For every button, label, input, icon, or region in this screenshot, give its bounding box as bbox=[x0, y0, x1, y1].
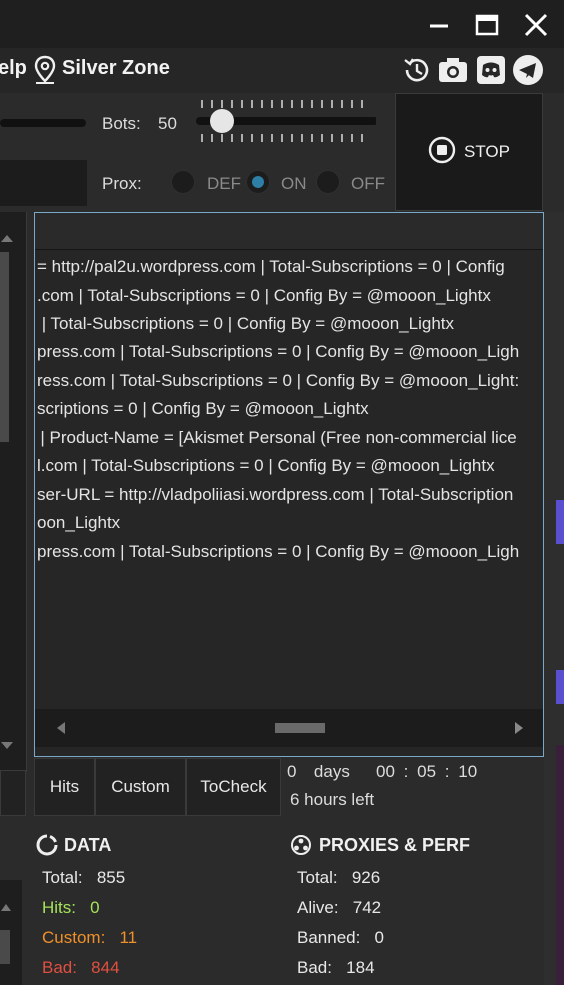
close-icon[interactable] bbox=[519, 8, 553, 42]
prox-off-label: OFF bbox=[351, 174, 385, 193]
log-line: .com | Total-Subscriptions = 0 | Config … bbox=[37, 286, 491, 305]
left-input-field[interactable] bbox=[0, 160, 87, 206]
left-bottom-panel bbox=[0, 880, 22, 985]
background-accent-block bbox=[556, 500, 564, 544]
timer-days: 0 bbox=[287, 762, 297, 781]
log-line: = http://pal2u.wordpress.com | Total-Sub… bbox=[37, 257, 505, 276]
timer-seconds: 10 bbox=[458, 762, 478, 781]
scroll-left-icon[interactable] bbox=[55, 721, 67, 735]
log-line: scriptions = 0 | Config By = @mooon_Ligh… bbox=[37, 399, 369, 418]
tab-custom[interactable]: Custom bbox=[95, 758, 186, 816]
bots-label: Bots: bbox=[102, 114, 141, 133]
data-total: Total: 855 bbox=[42, 868, 126, 887]
timer-sep: : bbox=[403, 762, 409, 781]
minimize-icon[interactable] bbox=[422, 8, 456, 42]
stop-label: STOP bbox=[464, 142, 510, 161]
proxies-title: PROXIES & PERF bbox=[319, 835, 471, 855]
timer-days-label: days bbox=[313, 762, 350, 781]
left-list-panel[interactable] bbox=[0, 212, 27, 772]
left-bottom-scroll-thumb bbox=[0, 930, 10, 964]
timer-minutes: 05 bbox=[417, 762, 437, 781]
stop-icon bbox=[428, 136, 456, 169]
left-scroll-thumb[interactable] bbox=[0, 252, 9, 442]
time-left: 6 hours left bbox=[290, 790, 375, 809]
timer-sep: : bbox=[444, 762, 450, 781]
help-menu[interactable]: elp bbox=[0, 57, 27, 80]
log-line: ser-URL = http://vladpoliiasi.wordpress.… bbox=[37, 485, 514, 504]
prox-on-radio[interactable] bbox=[246, 170, 270, 194]
log-line: l.com | Total-Subscriptions = 0 | Config… bbox=[37, 456, 495, 475]
prox-def-label: DEF bbox=[207, 174, 241, 193]
background-window-edge bbox=[556, 745, 564, 985]
log-line: press.com | Total-Subscriptions = 0 | Co… bbox=[37, 342, 520, 361]
proxies-banned: Banned: 0 bbox=[297, 928, 384, 947]
log-line: | Product-Name = [Akismet Personal (Free… bbox=[37, 428, 517, 447]
log-line: ress.com | Total-Subscriptions = 0 | Con… bbox=[37, 371, 520, 390]
prox-off-radio[interactable] bbox=[316, 170, 340, 194]
data-title: DATA bbox=[64, 835, 112, 855]
data-icon bbox=[36, 834, 58, 861]
camera-icon[interactable] bbox=[437, 54, 469, 86]
proxies-total: Total: 926 bbox=[297, 868, 381, 887]
bots-slider[interactable] bbox=[196, 98, 378, 144]
history-icon[interactable] bbox=[401, 54, 433, 86]
horizontal-scroll-thumb[interactable] bbox=[275, 723, 325, 733]
proxies-icon bbox=[290, 834, 312, 861]
background-accent-block bbox=[556, 670, 564, 704]
maximize-icon[interactable] bbox=[470, 8, 504, 42]
tab-hits[interactable]: Hits bbox=[34, 758, 95, 816]
log-line: press.com | Total-Subscriptions = 0 | Co… bbox=[37, 542, 520, 561]
log-lines: = http://pal2u.wordpress.com | Total-Sub… bbox=[35, 213, 543, 709]
zone-label: Silver Zone bbox=[62, 57, 170, 79]
tab-tocheck[interactable]: ToCheck bbox=[186, 758, 281, 816]
log-line: | Total-Subscriptions = 0 | Config By = … bbox=[37, 314, 454, 333]
horizontal-scrollbar[interactable] bbox=[35, 709, 543, 747]
proxies-bad: Bad: 184 bbox=[297, 958, 375, 977]
left-slider-track[interactable] bbox=[0, 119, 86, 127]
data-hits: Hits: 0 bbox=[42, 898, 100, 917]
data-bad: Bad: 844 bbox=[42, 958, 120, 977]
bots-value: 50 bbox=[158, 114, 177, 133]
proxies-alive: Alive: 742 bbox=[297, 898, 382, 917]
stop-button[interactable]: STOP bbox=[395, 93, 543, 211]
location-pin-icon bbox=[33, 55, 57, 90]
data-custom: Custom: 11 bbox=[42, 928, 138, 947]
prox-label: Prox: bbox=[102, 174, 142, 193]
timer-hours: 00 bbox=[376, 762, 395, 781]
prox-def-radio[interactable] bbox=[171, 170, 195, 194]
telegram-icon[interactable] bbox=[512, 54, 544, 86]
left-tab[interactable] bbox=[0, 770, 26, 816]
title-bar bbox=[0, 0, 564, 48]
discord-icon[interactable] bbox=[475, 54, 507, 86]
prox-on-label: ON bbox=[281, 174, 307, 193]
timer: 0 days 00 : 05 : 10 bbox=[287, 762, 477, 782]
log-panel[interactable]: = http://pal2u.wordpress.com | Total-Sub… bbox=[34, 212, 544, 757]
log-line: oon_Lightx bbox=[37, 513, 121, 532]
scroll-right-icon[interactable] bbox=[513, 721, 525, 735]
